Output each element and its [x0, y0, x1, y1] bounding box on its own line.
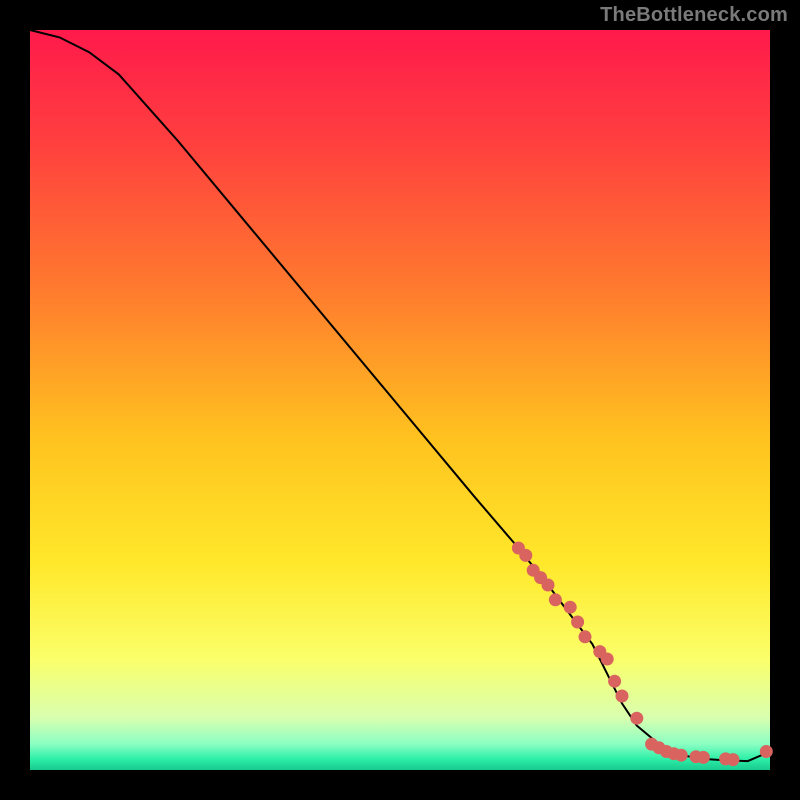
sample-point	[616, 690, 629, 703]
sample-point	[727, 753, 740, 766]
sample-point	[519, 549, 532, 562]
sample-point	[542, 579, 555, 592]
sample-point	[579, 630, 592, 643]
sample-point	[608, 675, 621, 688]
plot-background	[30, 30, 770, 770]
sample-point	[760, 745, 773, 758]
watermark-text: TheBottleneck.com	[600, 4, 788, 27]
sample-point	[630, 712, 643, 725]
sample-point	[564, 601, 577, 614]
chart-stage: TheBottleneck.com	[0, 0, 800, 800]
sample-point	[675, 749, 688, 762]
sample-point	[571, 616, 584, 629]
sample-point	[549, 593, 562, 606]
sample-point	[601, 653, 614, 666]
sample-point	[697, 751, 710, 764]
bottleneck-chart	[0, 0, 800, 800]
